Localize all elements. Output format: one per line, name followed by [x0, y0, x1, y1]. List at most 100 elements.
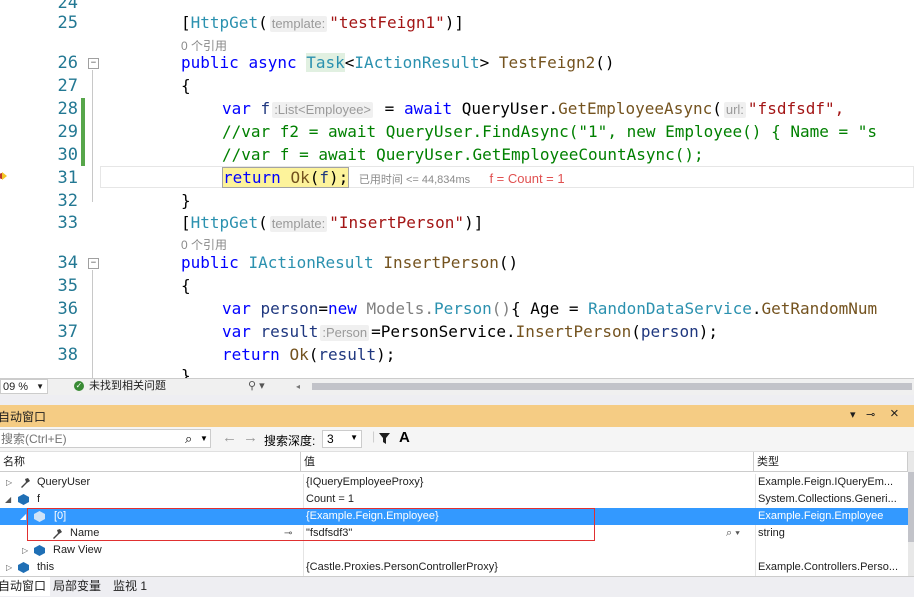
expand-icon[interactable]: ▷ [6, 474, 12, 491]
search-depth-select[interactable]: 3 ▼ [322, 430, 362, 448]
table-row[interactable]: ◢ f Count = 1 System.Collections.Generi.… [0, 491, 908, 508]
var-value: Count = 1 [303, 491, 753, 508]
code-line-37: var result:Person =PersonService.InsertPe… [222, 322, 718, 341]
type-name: Task [306, 53, 345, 72]
issues-status[interactable]: 未找到相关问题 [89, 379, 166, 394]
column-header-type[interactable]: 类型 [754, 452, 908, 472]
collapse-icon[interactable]: − [88, 58, 99, 69]
filter-icon[interactable] [379, 433, 390, 445]
search-box[interactable]: ⌕ ▼ [0, 429, 211, 448]
check-circle-icon: ✓ [74, 381, 84, 391]
line-number: 32 [57, 191, 78, 211]
pin-icon[interactable]: ⊸ [866, 408, 875, 421]
tab-locals[interactable]: 局部变量 [49, 577, 105, 596]
line-number: 25 [57, 13, 78, 33]
horizontal-scrollbar[interactable] [312, 383, 912, 390]
var-value: {Castle.Proxies.PersonControllerProxy} [303, 559, 753, 576]
var-type: System.Collections.Generi... [755, 491, 908, 508]
scroll-left-icon[interactable]: ◂ [296, 382, 304, 391]
table-row-selected[interactable]: ◢ [0] {Example.Feign.Employee} Example.F… [0, 508, 908, 525]
zoom-dropdown[interactable]: 09 % ▼ [0, 379, 48, 394]
chevron-down-icon[interactable]: ▼ [200, 430, 208, 447]
keyword: await [403, 99, 453, 118]
toolbar-separator: | [372, 429, 376, 443]
debug-window-tabs: 自动窗口 局部变量 监视 1 [0, 576, 914, 597]
inline-value-tip[interactable]: f = Count = 1 [489, 171, 564, 186]
search-depth-value: 3 [327, 432, 334, 446]
expand-icon[interactable]: ▷ [6, 559, 12, 576]
raw-view-icon [34, 545, 45, 556]
close-icon[interactable]: × [890, 405, 899, 422]
tab-watch-1[interactable]: 监视 1 [109, 577, 151, 596]
collapse-icon[interactable]: − [88, 258, 99, 269]
tab-autos[interactable]: 自动窗口 [0, 577, 51, 596]
code-line-38: return Ok(result); [222, 345, 396, 364]
codelens-references[interactable]: 0 个引用 [181, 236, 227, 253]
code-line-36: var person=new Models.Person(){ Age = Ra… [222, 299, 878, 318]
string-literal: "testFeign1" [329, 13, 445, 32]
vertical-scrollbar[interactable] [908, 452, 914, 576]
table-row[interactable]: Name ⊸ "fsdfsdf3" ⌕ ▾ string [0, 525, 908, 542]
attribute-name: HttpGet [190, 213, 259, 232]
keyword: var [222, 322, 251, 341]
local-variable-icon [18, 562, 29, 573]
font-size-icon[interactable]: A [399, 429, 410, 446]
line-number: 37 [57, 322, 78, 342]
chevron-down-icon: ▼ [350, 433, 358, 442]
var-type [755, 542, 908, 559]
column-header-name[interactable]: 名称 [0, 452, 301, 472]
variable-name: result [260, 322, 319, 341]
line-number: 28 [57, 99, 78, 119]
punctuation: () [595, 53, 615, 72]
editor-status-bar: 09 % ▼ ✓ 未找到相关问题 ⚲ ▾ ◂ [0, 378, 914, 395]
method-name: InsertPerson [515, 322, 632, 341]
punctuation: () [498, 253, 519, 272]
parameter-hint: template: [269, 16, 328, 32]
change-indicator [81, 98, 85, 166]
property-wrench-icon [53, 529, 62, 539]
method-name: GetRandomNum [761, 299, 878, 318]
method-name: TestFeign2 [498, 53, 596, 72]
table-row[interactable]: ▷ this {Castle.Proxies.PersonControllerP… [0, 559, 908, 576]
current-statement-icon [0, 172, 7, 180]
keyword: public [181, 53, 239, 72]
code-line-33: [HttpGet(template: "InsertPerson")] [181, 213, 484, 232]
code-editor[interactable]: 24 25 26 27 28 29 30 31 32 33 34 35 36 3… [0, 0, 914, 378]
perf-tip[interactable]: 已用时间 <= 44,834ms [359, 174, 470, 186]
pin-icon[interactable]: ⊸ [284, 525, 292, 542]
search-icon[interactable]: ⌕ [185, 430, 192, 447]
autos-grid: 名称 值 类型 ▷ QueryUser {IQueryEmployeeProxy… [0, 452, 908, 576]
search-input[interactable] [0, 430, 183, 447]
codelens-references[interactable]: 0 个引用 [181, 37, 227, 54]
property-name: Age [530, 299, 560, 318]
attribute-name: HttpGet [190, 13, 259, 32]
var-value: {Example.Feign.Employee} [303, 508, 753, 525]
namespace-name: Models [366, 299, 425, 318]
method-name: Ok [289, 345, 309, 364]
table-row[interactable]: ▷ Raw View [0, 542, 908, 559]
variable-name: person [640, 322, 699, 341]
line-number: 29 [57, 122, 78, 142]
operator: = [375, 99, 404, 118]
back-arrow-icon[interactable]: ← [222, 429, 237, 446]
expand-icon[interactable]: ▷ [22, 542, 28, 559]
dropdown-icon[interactable]: ▾ [850, 408, 856, 421]
method-name: Ok [290, 168, 310, 187]
column-header-value[interactable]: 值 [301, 452, 754, 472]
code-line-35: { [181, 276, 191, 295]
autos-window-title-bar[interactable]: 自动窗口 ▾ ⊸ × [0, 405, 914, 427]
forward-arrow-icon[interactable]: → [243, 429, 258, 446]
var-type: Example.Feign.Employee [755, 508, 908, 525]
string-literal: "InsertPerson" [329, 213, 465, 232]
code-line-30: //var f = await QueryUser.GetEmployeeCou… [222, 145, 704, 164]
variable-name: person [260, 299, 319, 318]
parameter-hint: template: [269, 216, 328, 232]
collapse-icon[interactable]: ◢ [20, 508, 26, 525]
table-row[interactable]: ▷ QueryUser {IQueryEmployeeProxy} Exampl… [0, 474, 908, 491]
brush-icon[interactable]: ⚲ ▾ [248, 379, 265, 394]
window-title: 自动窗口 [0, 410, 47, 424]
var-name: Name [70, 527, 100, 539]
collapse-icon[interactable]: ◢ [5, 491, 11, 508]
line-number: 26 [57, 53, 78, 73]
magnifier-icon[interactable]: ⌕ ▾ [726, 525, 740, 542]
